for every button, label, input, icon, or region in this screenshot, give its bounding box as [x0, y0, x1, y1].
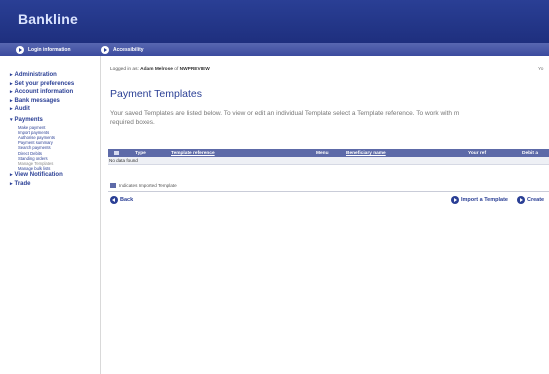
- chevron-right-icon: ▸: [10, 172, 13, 179]
- sidebar-item-bank-messages[interactable]: ▸ Bank messages: [10, 97, 100, 106]
- login-information-link[interactable]: Login information: [16, 45, 71, 54]
- table-header-row: Type Template reference Menu Beneficiary…: [108, 149, 549, 157]
- column-header-debit-account[interactable]: Debit a: [522, 151, 538, 156]
- column-header-type[interactable]: Type: [135, 151, 146, 156]
- divider: [108, 191, 549, 192]
- logged-prefix: Logged in as:: [110, 67, 139, 72]
- column-header-your-ref[interactable]: Your ref: [468, 151, 486, 156]
- column-header-menu[interactable]: Menu: [316, 151, 329, 156]
- chevron-right-icon: ▸: [10, 80, 13, 87]
- column-header-template-reference[interactable]: Template reference: [171, 151, 215, 156]
- accessibility-link[interactable]: Accessibility: [101, 45, 144, 54]
- sidebar-item-account-information[interactable]: ▸ Account information: [10, 88, 100, 97]
- imported-template-icon: [110, 183, 116, 188]
- sidebar-item-label: Audit: [14, 106, 30, 113]
- chevron-down-icon: ▾: [10, 116, 13, 123]
- intro-line-1: Your saved Templates are listed below. T…: [110, 110, 460, 117]
- intro-line-2: required boxes.: [110, 118, 155, 126]
- login-information-label: Login information: [28, 46, 71, 53]
- table-empty-row: No data found: [108, 157, 549, 165]
- arrow-left-icon: [110, 196, 118, 204]
- create-label: Create: [527, 197, 545, 203]
- sidebar-item-label: Bank messages: [14, 97, 60, 104]
- chevron-right-icon: ▸: [10, 97, 13, 104]
- sidebar-nav: ▸ Administration ▸ Set your preferences ▸ A…: [10, 71, 100, 189]
- accessibility-label: Accessibility: [113, 46, 144, 53]
- import-template-button[interactable]: Import a Template: [451, 196, 508, 204]
- intro-text: Your saved Templates are listed below. T…: [110, 110, 549, 127]
- arrow-right-icon: [517, 196, 525, 204]
- sidebar-item-view-notification[interactable]: ▸ View Notification: [10, 171, 100, 180]
- sidebar-item-label: Set your preferences: [14, 80, 75, 87]
- sidebar-item-audit[interactable]: ▸ Audit: [10, 105, 100, 114]
- sidebar-item-administration[interactable]: ▸ Administration: [10, 71, 100, 80]
- imported-template-legend: Indicates Imported Template: [110, 183, 177, 188]
- sidebar-item-preferences[interactable]: ▸ Set your preferences: [10, 80, 100, 89]
- chevron-right-icon: ▸: [10, 180, 13, 187]
- chevron-right-icon: ▸: [10, 89, 13, 96]
- arrow-right-icon: [101, 45, 109, 54]
- sidebar-item-label: Administration: [14, 72, 57, 78]
- sidebar: ▸ Administration ▸ Set your preferences ▸ A…: [0, 56, 101, 374]
- legend-text: Indicates Imported Template: [119, 183, 177, 188]
- sidebar-item-payments[interactable]: ▾ Payments: [10, 116, 100, 125]
- chevron-right-icon: ▸: [10, 72, 13, 78]
- chevron-right-icon: ▸: [10, 106, 13, 113]
- sidebar-item-label: Payments: [14, 116, 43, 123]
- sidebar-item-trade[interactable]: ▸ Trade: [10, 180, 100, 189]
- header-bar: Bankline: [0, 0, 549, 43]
- logged-mid: of: [174, 67, 179, 72]
- arrow-right-icon: [451, 196, 459, 204]
- logged-org: NWPREVIEW: [179, 67, 210, 72]
- import-template-label: Import a Template: [461, 197, 508, 203]
- select-all-icon[interactable]: [114, 151, 119, 155]
- logged-in-info: Logged in as: Adam Melrose of NWPREVIEW: [110, 67, 210, 72]
- logged-user: Adam Melrose: [140, 67, 173, 72]
- page-title: Payment Templates: [110, 88, 203, 100]
- arrow-right-icon: [16, 45, 24, 54]
- create-template-button[interactable]: Create: [517, 196, 544, 204]
- column-header-beneficiary-name[interactable]: Beneficiary name: [346, 151, 386, 156]
- back-button[interactable]: Back: [110, 196, 133, 204]
- sidebar-item-label: Trade: [14, 180, 31, 187]
- brand-logo[interactable]: Bankline: [18, 11, 78, 27]
- payments-submenu: Make payment Import payments Authorise p…: [10, 125, 100, 172]
- utility-link-bar: Login information Accessibility: [0, 43, 549, 56]
- back-label: Back: [120, 197, 134, 203]
- templates-table: Type Template reference Menu Beneficiary…: [108, 149, 549, 165]
- logged-right-text: Yo: [538, 67, 544, 72]
- sidebar-item-label: Account information: [14, 89, 74, 96]
- sidebar-item-label: View Notification: [14, 172, 63, 179]
